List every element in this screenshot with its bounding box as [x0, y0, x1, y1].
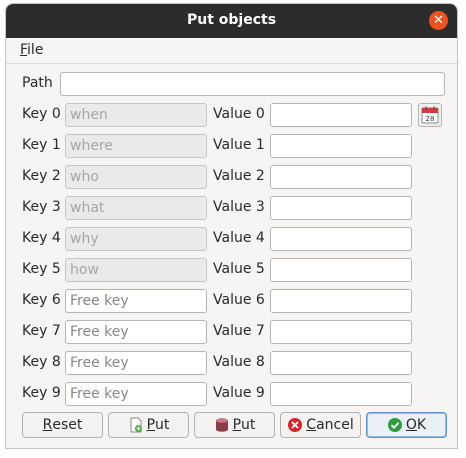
value-input[interactable] — [270, 134, 412, 158]
ok-check-icon — [387, 417, 403, 433]
key-input[interactable] — [65, 382, 207, 406]
value-label: Value 5 — [213, 261, 265, 277]
value-input[interactable] — [270, 320, 412, 344]
value-input[interactable] — [270, 258, 412, 282]
reset-button[interactable]: Reset — [22, 412, 103, 438]
key-label: Key 5 — [22, 261, 61, 277]
title-bar: Put objects ✕ — [6, 4, 457, 38]
key-label: Key 1 — [22, 137, 61, 153]
window-title: Put objects — [186, 12, 277, 28]
calendar-icon: 28 — [421, 106, 439, 124]
key-label: Key 8 — [22, 354, 61, 370]
value-label: Value 2 — [213, 168, 265, 184]
date-picker-button[interactable]: 28 — [418, 103, 442, 127]
key-label: Key 3 — [22, 199, 61, 215]
calendar-day: 28 — [426, 115, 435, 123]
value-label: Value 6 — [213, 292, 265, 308]
menu-file[interactable]: File — [20, 42, 43, 58]
value-input[interactable] — [270, 196, 412, 220]
ok-button[interactable]: OK — [366, 412, 447, 438]
key-label: Key 0 — [22, 106, 61, 122]
value-label: Value 9 — [213, 385, 265, 401]
value-input[interactable] — [270, 227, 412, 251]
key-input[interactable] — [65, 351, 207, 375]
key-input — [65, 103, 207, 127]
value-label: Value 7 — [213, 323, 265, 339]
database-icon — [214, 417, 230, 433]
cancel-button[interactable]: Cancel — [280, 412, 361, 438]
value-label: Value 0 — [213, 106, 265, 122]
key-label: Key 4 — [22, 230, 61, 246]
value-input[interactable] — [270, 289, 412, 313]
close-icon: ✕ — [433, 13, 444, 28]
value-input[interactable] — [270, 382, 412, 406]
put-objects-dialog: Put objects ✕ File Path Key 0 Value 0 Key … — [5, 3, 458, 449]
value-input[interactable] — [270, 351, 412, 375]
menu-bar: File — [6, 38, 457, 64]
key-label: Key 2 — [22, 168, 61, 184]
cancel-icon — [287, 417, 303, 433]
key-input — [65, 258, 207, 282]
key-input — [65, 165, 207, 189]
key-label: Key 9 — [22, 385, 61, 401]
put-new-button[interactable]: Put — [108, 412, 189, 438]
new-object-icon — [128, 417, 144, 433]
key-label: Key 7 — [22, 323, 61, 339]
key-label: Key 6 — [22, 292, 61, 308]
value-label: Value 8 — [213, 354, 265, 370]
value-input[interactable] — [270, 165, 412, 189]
value-label: Value 1 — [213, 137, 265, 153]
key-input — [65, 134, 207, 158]
close-button[interactable]: ✕ — [429, 11, 448, 30]
key-input[interactable] — [65, 320, 207, 344]
key-input[interactable] — [65, 289, 207, 313]
key-input — [65, 227, 207, 251]
put-db-button[interactable]: Put — [194, 412, 275, 438]
key-input — [65, 196, 207, 220]
value-input[interactable] — [270, 103, 412, 127]
path-label: Path — [22, 75, 53, 91]
value-label: Value 3 — [213, 199, 265, 215]
path-input[interactable] — [60, 72, 445, 96]
value-label: Value 4 — [213, 230, 265, 246]
